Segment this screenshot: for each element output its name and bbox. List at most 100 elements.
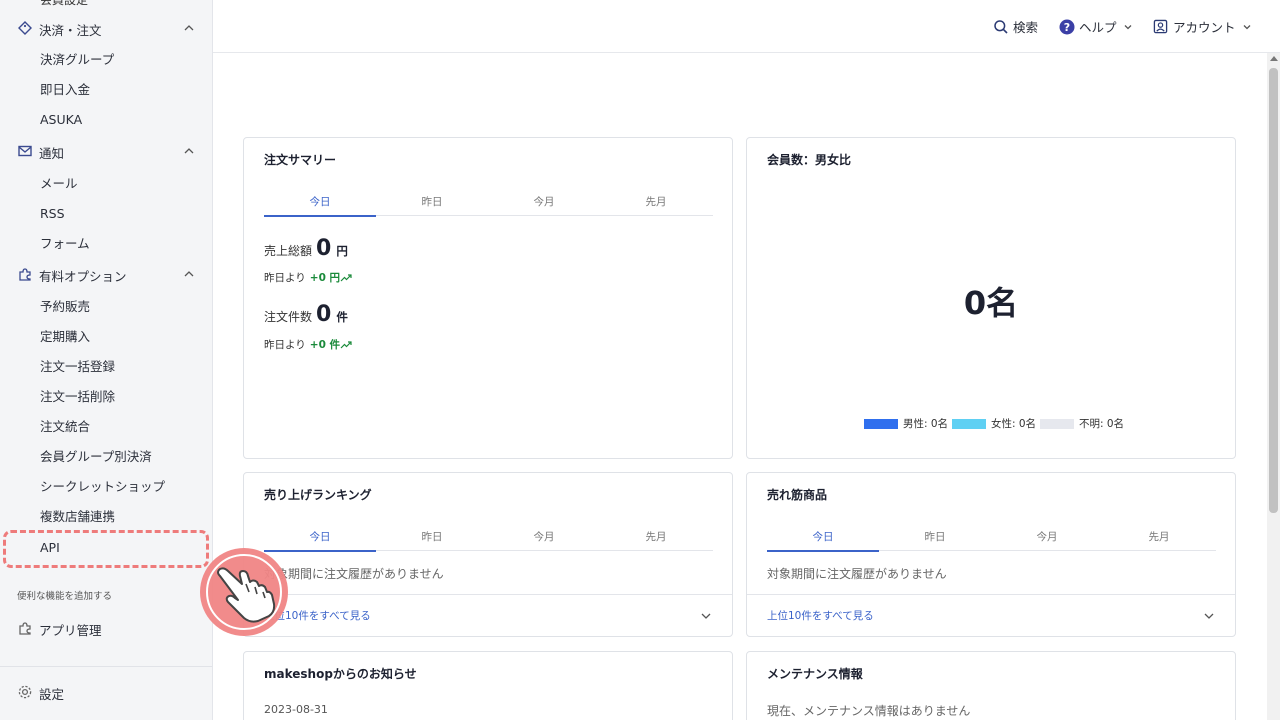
sidebar-section-label: 決済・注文: [39, 23, 102, 38]
scrollbar-thumb[interactable]: [1269, 68, 1278, 513]
help-button[interactable]: ? ヘルプ: [1059, 17, 1133, 36]
sales-total-unit: 円: [336, 244, 348, 258]
tag-icon: [18, 21, 32, 35]
card-title: 注文サマリー: [264, 153, 337, 167]
ranking-tabs: 今日 昨日 今月 先月: [264, 529, 713, 552]
legend-male: 男性: 0名: [864, 416, 948, 431]
chevron-up-icon[interactable]: [183, 268, 195, 280]
legend-swatch-male: [864, 418, 898, 429]
tab-last-month[interactable]: 先月: [1103, 529, 1215, 551]
tab-last-month[interactable]: 先月: [600, 194, 712, 216]
sidebar-item-multi-store[interactable]: 複数店舗連携: [40, 507, 115, 527]
delta-prefix: 昨日より: [264, 339, 306, 351]
search-button[interactable]: 検索: [993, 17, 1038, 36]
sidebar-item-order-merge[interactable]: 注文統合: [40, 417, 90, 437]
search-icon: [994, 19, 1008, 34]
sidebar-item-asuka[interactable]: ASUKA: [40, 110, 82, 130]
legend-unknown: 不明: 0名: [1040, 416, 1124, 431]
api-highlight-box: [3, 530, 209, 568]
tab-yesterday[interactable]: 昨日: [376, 529, 488, 551]
tab-yesterday[interactable]: 昨日: [879, 529, 991, 551]
maintenance-card: メンテナンス情報 現在、メンテナンス情報はありません: [746, 651, 1236, 720]
sidebar-item-member-group-payment[interactable]: 会員グループ別決済: [40, 447, 152, 467]
sidebar-section-payment[interactable]: 決済・注文: [0, 13, 212, 43]
members-card: 会員数：男女比 0名 男性: 0名 女性: 0名 不明: 0名: [746, 137, 1236, 459]
best-sellers-tabs: 今日 昨日 今月 先月: [767, 529, 1216, 552]
top-header: 検索 ? ヘルプ アカウント: [213, 0, 1280, 53]
sidebar-item-secret-shop[interactable]: シークレットショップ: [40, 477, 165, 497]
tab-this-month[interactable]: 今月: [991, 529, 1103, 551]
sidebar-section-paid-options[interactable]: 有料オプション: [0, 259, 212, 289]
sidebar-item-bulk-register[interactable]: 注文一括登録: [40, 357, 115, 377]
sidebar-note: 便利な機能を追加する: [17, 591, 113, 602]
sidebar-item-rss[interactable]: RSS: [40, 204, 65, 224]
view-top10-link[interactable]: 上位10件をすべて見る: [767, 608, 874, 623]
tab-this-month[interactable]: 今月: [488, 529, 600, 551]
trend-up-icon: [340, 340, 352, 348]
member-total: 0名: [963, 284, 1019, 322]
news-card: makeshopからのお知らせ 2023-08-31: [243, 651, 733, 720]
trend-up-icon: [340, 273, 352, 281]
sales-delta-value: +0 円: [309, 272, 341, 284]
gear-icon: [18, 685, 32, 699]
legend-label: 男性: 0名: [903, 418, 949, 430]
sidebar-item-mail[interactable]: メール: [40, 174, 78, 194]
puzzle-icon: [19, 268, 31, 281]
sidebar-app-manage[interactable]: アプリ管理: [0, 613, 212, 643]
pointer-hand-icon: [200, 548, 288, 636]
account-button[interactable]: アカウント: [1153, 17, 1252, 36]
svg-text:?: ?: [1064, 21, 1070, 34]
sidebar-item-subscription[interactable]: 定期購入: [40, 327, 90, 347]
tab-today[interactable]: 今日: [264, 194, 376, 217]
sidebar-settings[interactable]: 設定: [0, 677, 212, 707]
sales-total-row: 売上総額 0 円: [264, 236, 348, 261]
empty-message: 対象期間に注文履歴がありません: [264, 567, 444, 581]
card-title: 会員数：男女比: [767, 153, 852, 167]
order-summary-tabs: 今日 昨日 今月 先月: [264, 194, 713, 217]
empty-message: 対象期間に注文履歴がありません: [767, 567, 947, 581]
chevron-down-icon[interactable]: [1203, 610, 1215, 622]
search-label: 検索: [1013, 20, 1039, 35]
card-footer[interactable]: 上位10件をすべて見る: [747, 594, 1235, 636]
sidebar-section-notify[interactable]: 通知: [0, 136, 212, 166]
sidebar-item-same-day[interactable]: 即日入金: [40, 80, 90, 100]
sidebar-section-label: 有料オプション: [39, 269, 127, 284]
card-title: 売り上げランキング: [264, 488, 372, 502]
card-title: メンテナンス情報: [767, 667, 863, 681]
best-sellers-card: 売れ筋商品 今日 昨日 今月 先月 対象期間に注文履歴がありません 上位10件を…: [746, 472, 1236, 637]
card-footer[interactable]: 上位10件をすべて見る: [244, 594, 732, 636]
legend-swatch-unknown: [1040, 418, 1074, 429]
delta-prefix: 昨日より: [264, 272, 306, 284]
legend-swatch-female: [952, 418, 986, 429]
puzzle-icon: [19, 622, 31, 635]
legend-female: 女性: 0名: [952, 416, 1036, 431]
order-count-value: 0: [316, 302, 332, 327]
chevron-down-icon[interactable]: [700, 610, 712, 622]
legend-label: 不明: 0名: [1079, 418, 1125, 430]
sidebar-item-payment-group[interactable]: 決済グループ: [40, 50, 114, 70]
sales-delta-row: 昨日より +0 円: [264, 270, 352, 285]
legend-label: 女性: 0名: [991, 418, 1037, 430]
order-count-label: 注文件数: [264, 310, 313, 324]
sidebar-divider: [0, 666, 212, 667]
chevron-up-icon[interactable]: [183, 145, 195, 157]
help-label: ヘルプ: [1079, 20, 1117, 35]
order-count-row: 注文件数 0 件: [264, 302, 348, 327]
tab-yesterday[interactable]: 昨日: [376, 194, 488, 216]
order-delta-value: +0 件: [309, 339, 341, 351]
sidebar: 会員設定 決済・注文 決済グループ 即日入金 ASUKA 通知 メール RSS …: [0, 0, 213, 720]
user-icon: [1153, 19, 1168, 34]
chevron-up-icon[interactable]: [183, 22, 195, 34]
scroll-up-arrow-icon[interactable]: [1270, 56, 1278, 61]
sales-total-label: 売上総額: [264, 244, 313, 258]
tab-this-month[interactable]: 今月: [488, 194, 600, 216]
sidebar-item-bulk-delete[interactable]: 注文一括削除: [40, 387, 115, 407]
sidebar-item-preorder[interactable]: 予約販売: [40, 297, 90, 317]
maintenance-message: 現在、メンテナンス情報はありません: [767, 704, 971, 718]
tab-last-month[interactable]: 先月: [600, 529, 712, 551]
sidebar-item-cut[interactable]: 会員設定: [40, 0, 88, 8]
tab-today[interactable]: 今日: [767, 529, 879, 552]
news-date: 2023-08-31: [264, 703, 328, 716]
order-summary-card: 注文サマリー 今日 昨日 今月 先月 売上総額 0 円 昨日より +0 円 注文…: [243, 137, 733, 459]
sidebar-item-form[interactable]: フォーム: [40, 234, 90, 254]
